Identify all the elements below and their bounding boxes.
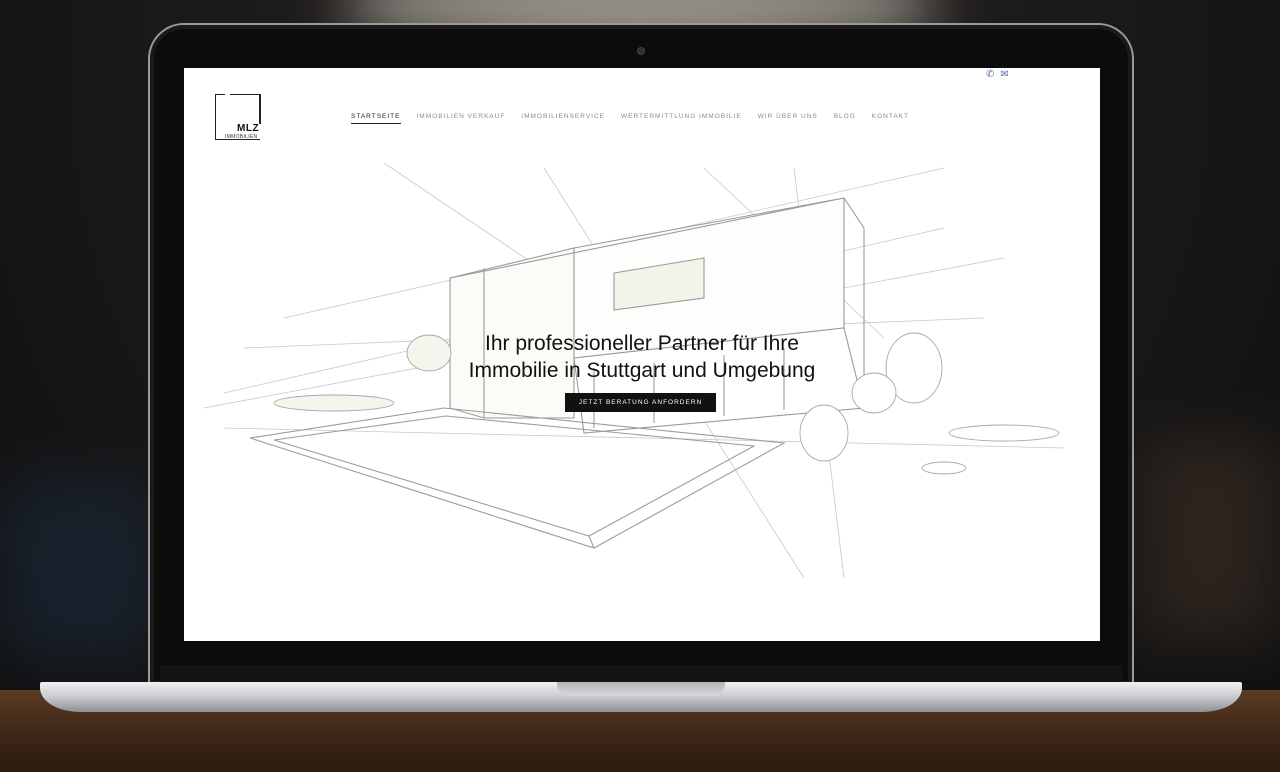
nav-item-immobilien-verkauf[interactable]: IMMOBILIEN VERKAUF	[417, 113, 506, 124]
logo-subtitle: IMMOBILIEN	[225, 134, 258, 140]
hero-headline-line2: Immobilie in Stuttgart und Umgebung	[468, 359, 816, 382]
nav-item-blog[interactable]: BLOG	[834, 113, 856, 124]
background-blur-left	[0, 480, 160, 660]
nav-item-wir-ueber-uns[interactable]: WIR ÜBER UNS	[758, 113, 818, 124]
nav-item-kontakt[interactable]: KONTAKT	[872, 113, 909, 124]
nav-item-immobilienservice[interactable]: IMMOBILIENSERVICE	[521, 113, 605, 124]
cta-button[interactable]: JETZT BERATUNG ANFORDERN	[565, 393, 716, 412]
nav-item-startseite[interactable]: STARTSEITE	[351, 113, 401, 124]
laptop-notch	[557, 682, 725, 696]
hero-headline: Ihr professioneller Partner für Ihre Imm…	[184, 330, 1100, 384]
mail-icon[interactable]: ✉	[1000, 70, 1008, 80]
contact-icons: ✆ ✉	[986, 70, 1009, 80]
logo-frame-right	[259, 94, 261, 124]
background-blur-right	[1140, 440, 1280, 640]
logo-frame-gap	[225, 92, 230, 95]
laptop-screen: MLZ IMMOBILIEN ✆ ✉ STARTSEITE IMMOBILIEN…	[184, 68, 1100, 641]
main-nav: STARTSEITE IMMOBILIEN VERKAUF IMMOBILIEN…	[351, 113, 909, 124]
laptop-chin	[160, 665, 1122, 683]
phone-icon[interactable]: ✆	[986, 70, 994, 80]
hero-headline-line1: Ihr professioneller Partner für Ihre	[485, 332, 799, 355]
nav-item-wertermittlung[interactable]: WERTERMITTLUNG IMMOBILIE	[621, 113, 742, 124]
camera-icon	[637, 47, 645, 55]
logo-name: MLZ	[237, 123, 260, 134]
logo[interactable]: MLZ IMMOBILIEN	[215, 92, 261, 140]
site-header: MLZ IMMOBILIEN ✆ ✉ STARTSEITE IMMOBILIEN…	[184, 68, 1100, 158]
